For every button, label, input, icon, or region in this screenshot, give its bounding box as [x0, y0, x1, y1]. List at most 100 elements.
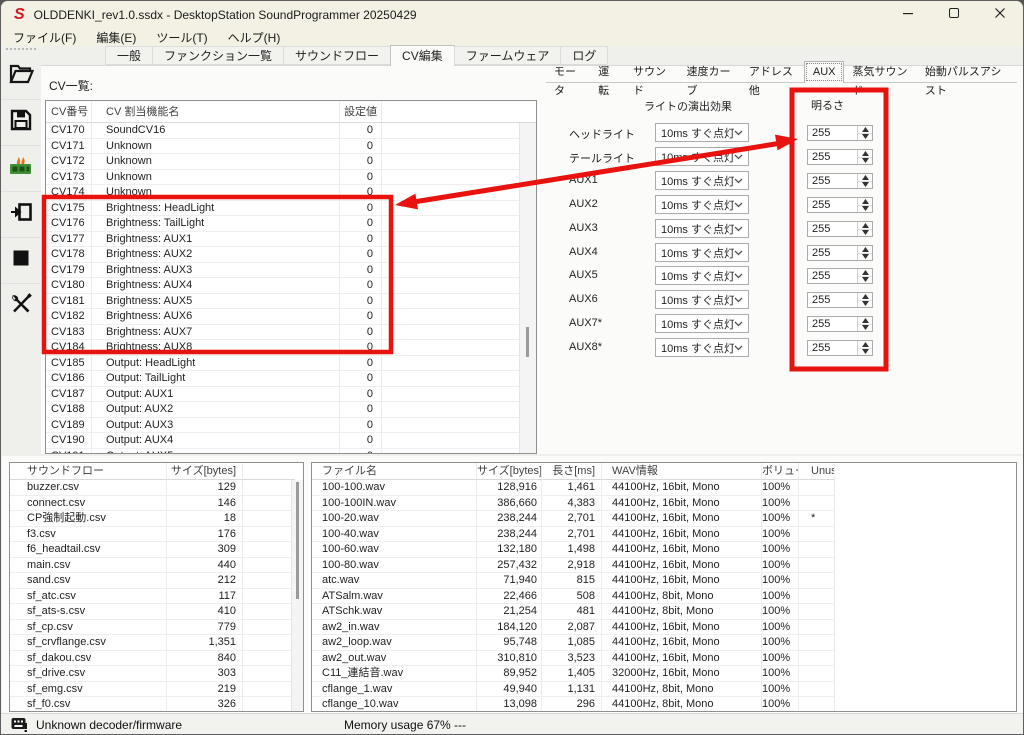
wav-row[interactable]: cflange_1.wav49,9401,13144100Hz, 8bit, M… [312, 682, 1016, 698]
toolbar-grip[interactable] [6, 48, 36, 52]
wav-row[interactable]: aw2_out.wav310,8103,52344100Hz, 16bit, M… [312, 651, 1016, 667]
cv-table-row[interactable]: CV181Brightness: AUX50 [46, 294, 536, 310]
brightness-spinner[interactable]: 255 [807, 316, 873, 332]
cv-table-row[interactable]: CV185Output: HeadLight0 [46, 356, 536, 372]
wav-column-header[interactable]: ボリューム [762, 463, 799, 480]
wav-column-header[interactable]: サイズ[bytes] [477, 463, 542, 480]
aux-tab-2[interactable]: サウンド [625, 63, 679, 82]
wav-row[interactable]: atc.wav71,94081544100Hz, 16bit, Mono100% [312, 573, 1016, 589]
soundflow-row[interactable]: sf_cp.csv779 [10, 620, 303, 636]
spinner-down-button[interactable] [858, 301, 872, 308]
cv-column-header[interactable]: 設定値 [340, 101, 382, 123]
close-button[interactable] [977, 1, 1023, 29]
cv-table-row[interactable]: CV187Output: AUX10 [46, 387, 536, 403]
brightness-spinner[interactable]: 255 [807, 173, 873, 189]
soundflow-scrollbar[interactable] [291, 480, 303, 711]
effect-dropdown[interactable]: 10ms すぐ点灯 [655, 243, 749, 262]
main-tab-1[interactable]: ファンクション一覧 [152, 46, 284, 65]
effect-dropdown[interactable]: 10ms すぐ点灯 [655, 314, 749, 333]
menu-item-2[interactable]: ツール(T) [146, 29, 217, 46]
brightness-spinner[interactable]: 255 [807, 197, 873, 213]
spinner-down-button[interactable] [858, 206, 872, 213]
soundflow-row[interactable]: sf_atc.csv117 [10, 589, 303, 605]
effect-dropdown[interactable]: 10ms すぐ点灯 [655, 171, 749, 190]
wav-row[interactable]: 100-20.wav238,2442,70144100Hz, 16bit, Mo… [312, 511, 1016, 527]
tools-button[interactable] [1, 283, 41, 329]
brightness-spinner[interactable]: 255 [807, 292, 873, 308]
wav-row[interactable]: ATSalm.wav22,46650844100Hz, 8bit, Mono10… [312, 589, 1016, 605]
spinner-down-button[interactable] [858, 325, 872, 332]
wav-row[interactable]: 100-80.wav257,4322,91844100Hz, 16bit, Mo… [312, 558, 1016, 574]
spinner-down-button[interactable] [858, 134, 872, 141]
cv-table-row[interactable]: CV188Output: AUX20 [46, 402, 536, 418]
cv-table-row[interactable]: CV191Output: AUX50 [46, 449, 536, 455]
soundflow-row[interactable]: f6_headtail.csv309 [10, 542, 303, 558]
spinner-up-button[interactable] [858, 126, 872, 134]
cv-table-row[interactable]: CV189Output: AUX30 [46, 418, 536, 434]
brightness-spinner[interactable]: 255 [807, 268, 873, 284]
spinner-up-button[interactable] [858, 198, 872, 206]
spinner-up-button[interactable] [858, 317, 872, 325]
spinner-up-button[interactable] [858, 222, 872, 230]
soundflow-row[interactable]: sf_ats-s.csv410 [10, 604, 303, 620]
wav-row[interactable]: C11_連結音.wav89,9521,40532000Hz, 16bit, Mo… [312, 666, 1016, 682]
effect-dropdown[interactable]: 10ms すぐ点灯 [655, 195, 749, 214]
soundflow-row[interactable]: CP強制起動.csv18 [10, 511, 303, 527]
spinner-down-button[interactable] [858, 158, 872, 165]
write-decoder-button[interactable] [1, 191, 41, 237]
brightness-spinner[interactable]: 255 [807, 245, 873, 261]
menu-item-0[interactable]: ファイル(F) [3, 29, 86, 46]
wav-row[interactable]: aw2_loop.wav95,7481,08544100Hz, 16bit, M… [312, 635, 1016, 651]
open-folder-button[interactable] [1, 53, 41, 99]
spinner-up-button[interactable] [858, 150, 872, 158]
spinner-down-button[interactable] [858, 182, 872, 189]
cv-table-row[interactable]: CV179Brightness: AUX30 [46, 263, 536, 279]
menu-item-1[interactable]: 編集(E) [86, 29, 146, 46]
brightness-spinner[interactable]: 255 [807, 340, 873, 356]
soundflow-column-header[interactable]: サイズ[bytes] [167, 463, 243, 480]
spinner-down-button[interactable] [858, 230, 872, 237]
maximize-button[interactable] [931, 1, 977, 29]
wav-row[interactable]: 100-100.wav128,9161,46144100Hz, 16bit, M… [312, 480, 1016, 496]
cv-table-row[interactable]: CV178Brightness: AUX20 [46, 247, 536, 263]
wav-column-header[interactable]: 長さ[ms] [542, 463, 602, 480]
effect-dropdown[interactable]: 10ms すぐ点灯 [655, 219, 749, 238]
spinner-up-button[interactable] [858, 341, 872, 349]
cv-table-scrollbar[interactable] [519, 123, 536, 453]
cv-table-row[interactable]: CV180Brightness: AUX40 [46, 278, 536, 294]
main-tab-0[interactable]: 一般 [105, 46, 153, 65]
cv-table-row[interactable]: CV190Output: AUX40 [46, 433, 536, 449]
wav-row[interactable]: aw2_in.wav184,1202,08744100Hz, 16bit, Mo… [312, 620, 1016, 636]
soundflow-row[interactable]: main.csv440 [10, 558, 303, 574]
main-tab-3[interactable]: CV編集 [390, 45, 455, 66]
cv-scrollbar-thumb[interactable] [526, 327, 529, 357]
soundflow-row[interactable]: sf_f0.csv326 [10, 697, 303, 712]
menu-item-3[interactable]: ヘルプ(H) [218, 29, 291, 46]
soundflow-row[interactable]: sf_dakou.csv840 [10, 651, 303, 667]
cv-column-header[interactable]: CV番号 [46, 101, 92, 123]
soundflow-row[interactable]: sf_drive.csv303 [10, 666, 303, 682]
cv-table-row[interactable]: CV175Brightness: HeadLight0 [46, 201, 536, 217]
soundflow-column-header[interactable]: サウンドフロー [10, 463, 167, 480]
save-button[interactable] [1, 99, 41, 145]
wav-row[interactable]: 100-60.wav132,1801,49844100Hz, 16bit, Mo… [312, 542, 1016, 558]
brightness-spinner[interactable]: 255 [807, 125, 873, 141]
aux-tab-5[interactable]: AUX [804, 61, 845, 83]
wav-column-header[interactable]: Unus... [799, 463, 835, 480]
wav-column-header[interactable]: WAV情報 [602, 463, 762, 480]
effect-dropdown[interactable]: 10ms すぐ点灯 [655, 147, 749, 166]
effect-dropdown[interactable]: 10ms すぐ点灯 [655, 266, 749, 285]
cv-table-row[interactable]: CV172Unknown0 [46, 154, 536, 170]
soundflow-row[interactable]: sf_emg.csv219 [10, 682, 303, 698]
cv-table-row[interactable]: CV171Unknown0 [46, 139, 536, 155]
wav-row[interactable]: 100-40.wav238,2442,70144100Hz, 16bit, Mo… [312, 527, 1016, 543]
soundflow-row[interactable]: sand.csv212 [10, 573, 303, 589]
brightness-spinner[interactable]: 255 [807, 149, 873, 165]
cv-table-row[interactable]: CV182Brightness: AUX60 [46, 309, 536, 325]
wav-row[interactable]: cflange_10.wav13,09829644100Hz, 8bit, Mo… [312, 697, 1016, 712]
spinner-up-button[interactable] [858, 246, 872, 254]
wav-row[interactable]: 100-100IN.wav386,6604,38344100Hz, 16bit,… [312, 496, 1016, 512]
spinner-down-button[interactable] [858, 254, 872, 261]
spinner-up-button[interactable] [858, 293, 872, 301]
stop-button[interactable] [1, 237, 41, 283]
